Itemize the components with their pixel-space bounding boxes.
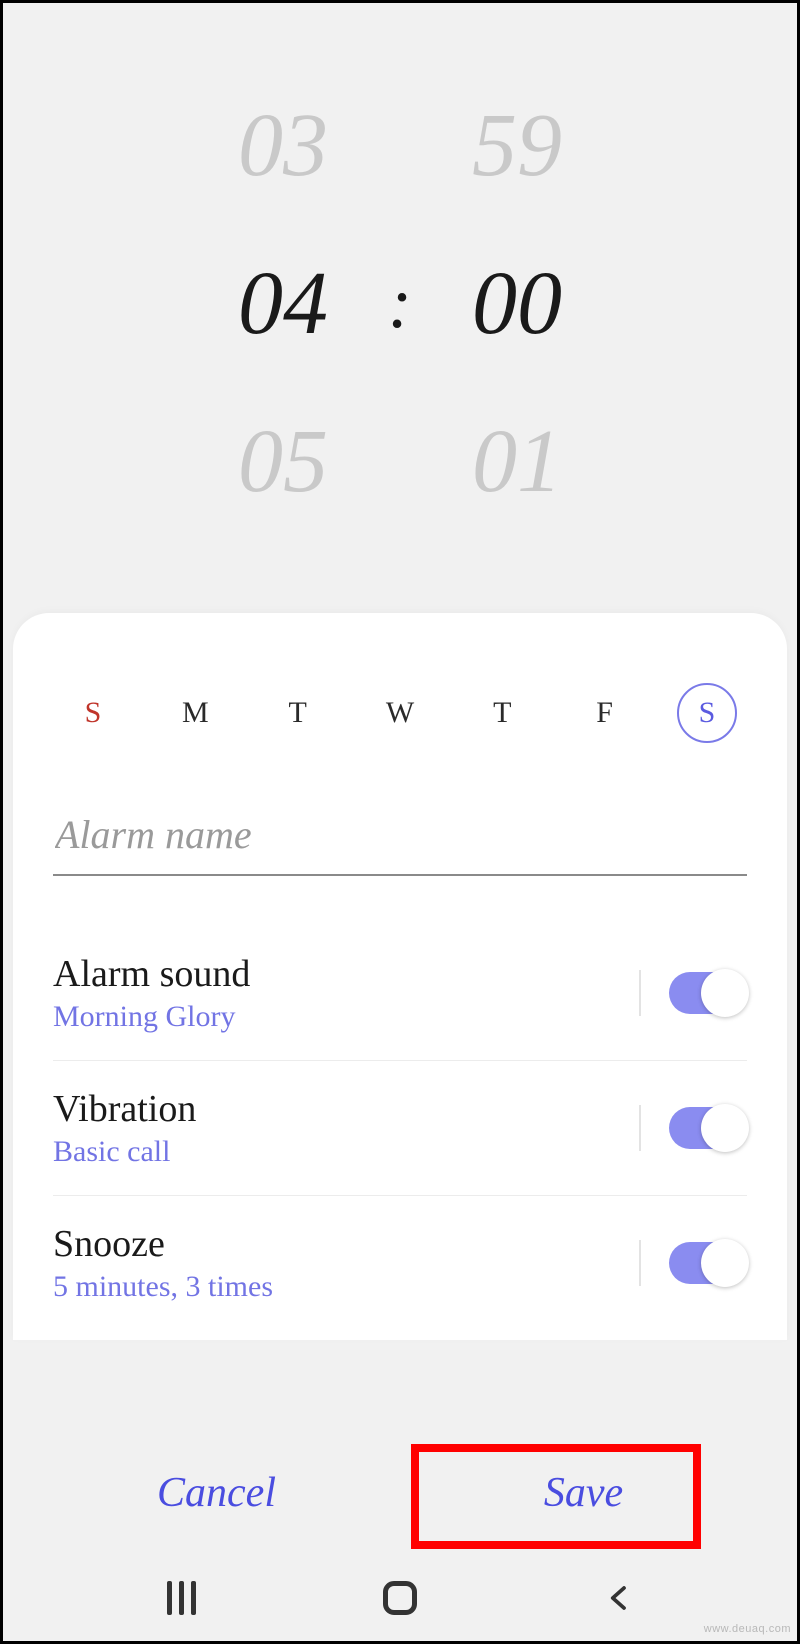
setting-snooze[interactable]: Snooze 5 minutes, 3 times	[53, 1196, 747, 1330]
footer-actions: Cancel Save	[3, 1443, 797, 1543]
home-button[interactable]	[383, 1581, 417, 1615]
setting-subtitle: 5 minutes, 3 times	[53, 1270, 611, 1304]
recents-button[interactable]	[167, 1581, 196, 1615]
setting-alarm-sound[interactable]: Alarm sound Morning Glory	[53, 926, 747, 1061]
divider	[639, 1240, 641, 1286]
setting-title: Vibration	[53, 1087, 611, 1131]
alarm-sound-toggle[interactable]	[669, 972, 747, 1014]
setting-subtitle: Morning Glory	[53, 1000, 611, 1034]
vibration-toggle[interactable]	[669, 1107, 747, 1149]
day-6[interactable]: S	[677, 683, 737, 743]
hour-prev: 03	[238, 94, 328, 197]
setting-title: Alarm sound	[53, 952, 611, 996]
day-2[interactable]: T	[268, 683, 328, 743]
minute-picker[interactable]: 59 00 01	[472, 94, 562, 513]
alarm-name-input[interactable]	[53, 803, 747, 876]
day-0[interactable]: S	[63, 683, 123, 743]
back-button[interactable]	[604, 1583, 634, 1613]
setting-vibration[interactable]: Vibration Basic call	[53, 1061, 747, 1196]
hour-next: 05	[238, 410, 328, 513]
time-separator: :	[388, 262, 412, 345]
watermark: www.deuaq.com	[704, 1623, 791, 1635]
hour-selected: 04	[238, 252, 328, 355]
system-nav-bar	[3, 1555, 797, 1641]
alarm-details-card: SMTWTFS Alarm sound Morning Glory Vibrat…	[13, 613, 787, 1340]
day-selector-row: SMTWTFS	[53, 683, 747, 743]
hour-picker[interactable]: 03 04 05	[238, 94, 328, 513]
minute-prev: 59	[472, 94, 562, 197]
minute-next: 01	[472, 410, 562, 513]
day-4[interactable]: T	[472, 683, 532, 743]
day-1[interactable]: M	[165, 683, 225, 743]
save-button[interactable]: Save	[400, 1443, 767, 1543]
day-3[interactable]: W	[370, 683, 430, 743]
time-picker[interactable]: 03 04 05 : 59 00 01	[3, 3, 797, 603]
setting-subtitle: Basic call	[53, 1135, 611, 1169]
day-5[interactable]: F	[575, 683, 635, 743]
divider	[639, 1105, 641, 1151]
setting-title: Snooze	[53, 1222, 611, 1266]
snooze-toggle[interactable]	[669, 1242, 747, 1284]
settings-list: Alarm sound Morning Glory Vibration Basi…	[53, 926, 747, 1330]
minute-selected: 00	[472, 252, 562, 355]
divider	[639, 970, 641, 1016]
cancel-button[interactable]: Cancel	[33, 1443, 400, 1543]
